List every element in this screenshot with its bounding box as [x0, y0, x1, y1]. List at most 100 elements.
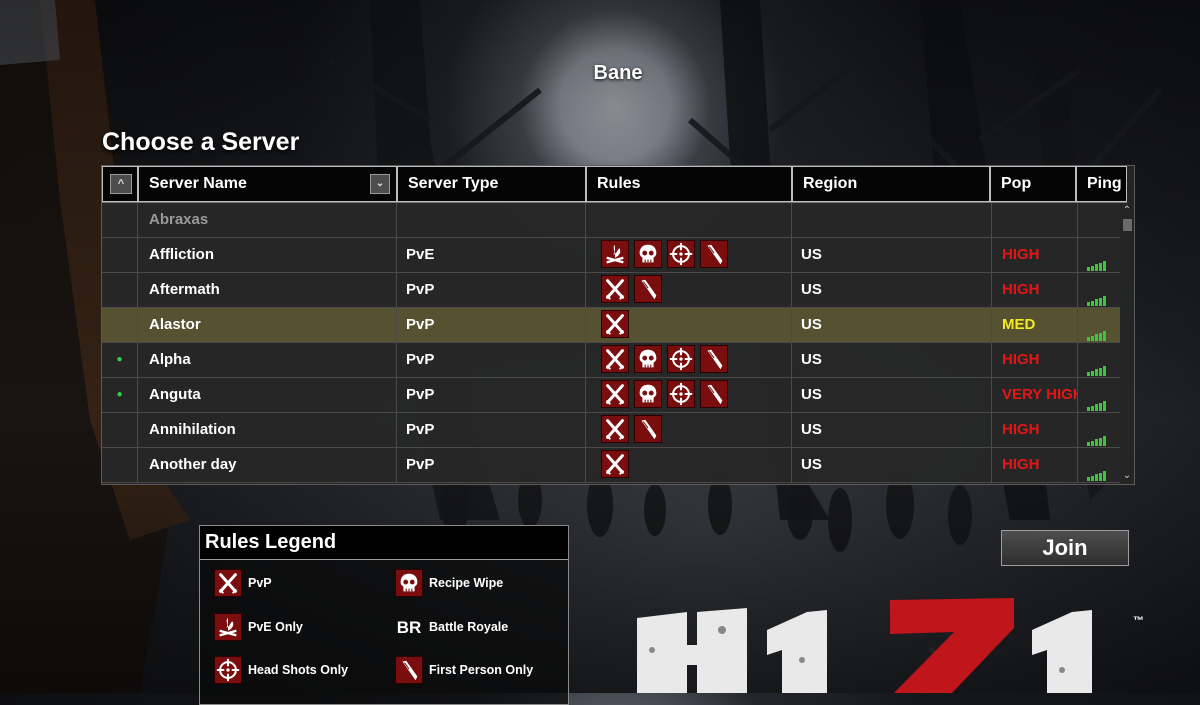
- server-row[interactable]: Aftermath PvP US HIGH: [102, 273, 1120, 308]
- server-list-table: ^ Server Name ⌄ Server Type Rules Region…: [101, 165, 1135, 485]
- first-person-only-rule-icon: [700, 345, 728, 374]
- server-type: [396, 203, 585, 237]
- pvp-rule-icon: [601, 380, 629, 409]
- ping-bar: [1103, 401, 1106, 412]
- server-row[interactable]: Abraxas: [102, 203, 1120, 238]
- server-rules: [585, 273, 791, 307]
- ping-bars-icon: [1087, 307, 1107, 342]
- pvp-rule-icon: [601, 345, 629, 374]
- legend-item-pve-only: PvE Only: [214, 612, 303, 642]
- server-name-dropdown-button[interactable]: ⌄: [370, 174, 390, 194]
- online-status-dot: [102, 238, 137, 272]
- server-row[interactable]: Another day PvP US HIGH: [102, 448, 1120, 483]
- online-status-dot: [102, 448, 137, 482]
- table-scrollbar[interactable]: ⌃ ⌄: [1120, 203, 1134, 484]
- ping-bar: [1095, 299, 1098, 307]
- server-region: [791, 203, 991, 237]
- page-title: Choose a Server: [102, 128, 300, 156]
- online-status-dot: ●: [116, 354, 123, 365]
- rules-legend-title: Rules Legend: [200, 526, 568, 560]
- scroll-down-icon[interactable]: ⌄: [1120, 470, 1134, 482]
- legend-item-recipe-wipe: Recipe Wipe: [395, 568, 503, 598]
- chevron-up-icon: ^: [117, 178, 125, 190]
- server-rules: [585, 308, 791, 342]
- server-row[interactable]: ● Alpha PvP US HIGH: [102, 343, 1120, 378]
- server-ping: [1077, 273, 1120, 307]
- server-region: US: [791, 343, 991, 377]
- ping-bar: [1103, 366, 1106, 377]
- ping-bar: [1091, 265, 1094, 272]
- ping-bar: [1095, 404, 1098, 412]
- server-ping: [1077, 308, 1120, 342]
- scroll-up-icon[interactable]: ⌃: [1120, 205, 1134, 217]
- recipe-wipe-rule-icon: [395, 568, 423, 597]
- first-person-only-rule-icon: [395, 655, 423, 684]
- server-ping: [1077, 378, 1120, 412]
- server-name: Annihilation: [137, 413, 396, 447]
- ping-bar: [1091, 370, 1094, 377]
- ping-bar: [1099, 472, 1102, 482]
- sort-column-header: ^: [102, 166, 138, 202]
- ping-bar: [1103, 436, 1106, 447]
- column-header-region[interactable]: Region: [792, 166, 990, 202]
- server-type: PvP: [396, 413, 585, 447]
- column-header-server-type[interactable]: Server Type: [397, 166, 586, 202]
- table-header: ^ Server Name ⌄ Server Type Rules Region…: [102, 166, 1127, 203]
- ping-bar: [1099, 437, 1102, 447]
- ping-bar: [1099, 332, 1102, 342]
- legend-item-first-person-only: First Person Only: [395, 655, 533, 685]
- ping-bar: [1087, 372, 1090, 377]
- ping-bar: [1091, 300, 1094, 307]
- ping-bar: [1091, 335, 1094, 342]
- pve-only-rule-icon: [214, 612, 242, 641]
- ping-bar: [1103, 331, 1106, 342]
- server-row[interactable]: Annihilation PvP US HIGH: [102, 413, 1120, 448]
- legend-item-label: Battle Royale: [429, 620, 509, 634]
- column-header-server-name[interactable]: Server Name ⌄: [138, 166, 397, 202]
- legend-item-label: First Person Only: [429, 663, 534, 677]
- server-row[interactable]: Alastor PvP US MED: [102, 308, 1120, 343]
- legend-item-label: PvE Only: [248, 620, 303, 634]
- server-region: US: [791, 273, 991, 307]
- ping-bar: [1103, 471, 1106, 482]
- ping-bar: [1095, 369, 1098, 377]
- column-header-pop[interactable]: Pop: [990, 166, 1076, 202]
- server-name: Affliction: [137, 238, 396, 272]
- legend-item-label: PvP: [248, 576, 272, 590]
- ping-bars-icon: [1087, 272, 1107, 307]
- server-population: MED: [991, 308, 1077, 342]
- legend-item-label: Recipe Wipe: [429, 576, 504, 590]
- ping-bar: [1087, 407, 1090, 412]
- server-population: HIGH: [991, 238, 1077, 272]
- ping-bar: [1087, 337, 1090, 342]
- column-header-rules[interactable]: Rules: [586, 166, 792, 202]
- server-row[interactable]: ● Anguta PvP US VERY HIGH: [102, 378, 1120, 413]
- ping-bar: [1095, 264, 1098, 272]
- server-row[interactable]: Affliction PvE US HIGH: [102, 238, 1120, 273]
- server-region: US: [791, 448, 991, 482]
- scrollbar-thumb[interactable]: [1123, 219, 1132, 231]
- ping-bar: [1095, 474, 1098, 482]
- server-region: US: [791, 308, 991, 342]
- pvp-rule-icon: [601, 310, 629, 339]
- join-button[interactable]: Join: [1001, 530, 1129, 566]
- online-status-dot: [102, 308, 137, 342]
- server-type: PvP: [396, 343, 585, 377]
- ping-bars-icon: [1087, 447, 1107, 482]
- ping-bars-icon: [1087, 377, 1107, 412]
- head-shots-only-rule-icon: [667, 345, 695, 374]
- column-header-ping[interactable]: Ping: [1076, 166, 1127, 202]
- server-name: Abraxas: [137, 203, 396, 237]
- pvp-rule-icon: [214, 568, 242, 597]
- ping-bars-icon: [1087, 237, 1107, 272]
- ping-bar: [1091, 440, 1094, 447]
- server-rules: [585, 203, 791, 237]
- pvp-rule-icon: [601, 450, 629, 479]
- pvp-rule-icon: [601, 415, 629, 444]
- ping-bars-icon: [1087, 342, 1107, 377]
- server-ping: [1077, 343, 1120, 377]
- sort-toggle-button[interactable]: ^: [110, 174, 132, 194]
- server-rules: [585, 343, 791, 377]
- server-rules: [585, 448, 791, 482]
- ping-bar: [1087, 302, 1090, 307]
